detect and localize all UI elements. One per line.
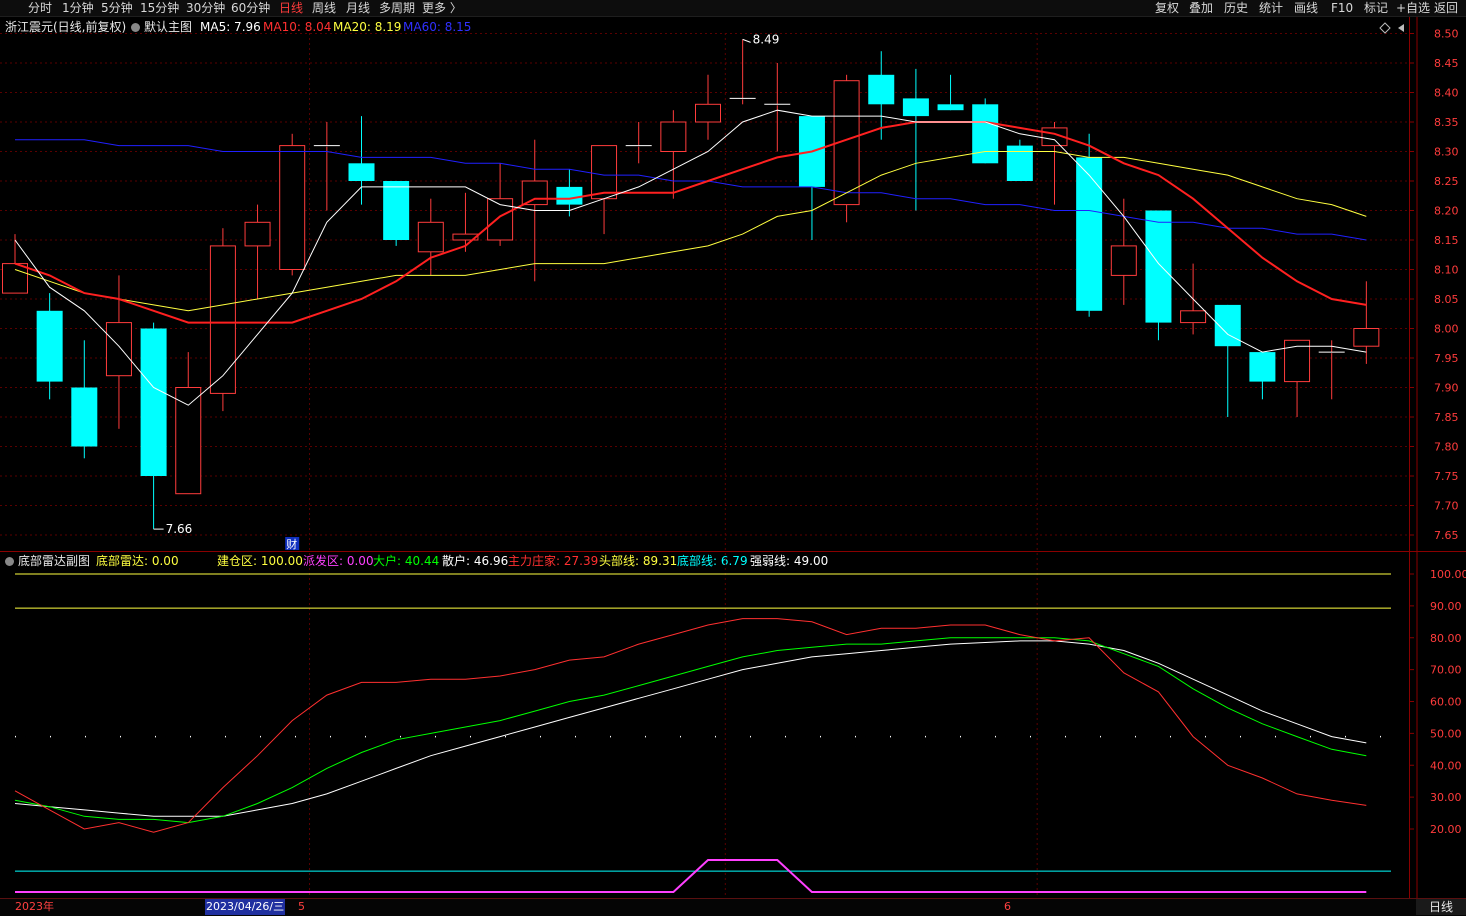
main-ytick-label: 8.20 bbox=[1434, 205, 1459, 218]
series-派发区 bbox=[15, 859, 1367, 893]
candle-body bbox=[1249, 352, 1276, 382]
main-ytick-label: 7.95 bbox=[1434, 352, 1459, 365]
candle-body bbox=[1076, 157, 1103, 311]
series-主力庄家 bbox=[14, 618, 1367, 833]
candle-body bbox=[1006, 145, 1033, 181]
sub-ytick-label: 90.00 bbox=[1430, 600, 1462, 613]
candle-body bbox=[1353, 328, 1380, 347]
candle-body bbox=[105, 322, 132, 377]
candle-body bbox=[868, 74, 895, 105]
main-ytick-label: 8.45 bbox=[1434, 57, 1459, 70]
high-price-label: 8.49 bbox=[753, 32, 780, 46]
main-ytick-label: 8.05 bbox=[1434, 293, 1459, 306]
main-ytick-label: 8.00 bbox=[1434, 323, 1459, 336]
candle-body bbox=[695, 103, 721, 123]
sub-ytick-label: 20.00 bbox=[1430, 823, 1462, 836]
main-ytick-label: 7.90 bbox=[1434, 382, 1459, 395]
cursor-date-label: 2023/04/26/三 bbox=[205, 899, 286, 915]
date-axis-bar: 2023年 2023/04/26/三 5 6 日线 bbox=[0, 898, 1466, 916]
year-label: 2023年 bbox=[15, 900, 54, 913]
main-ytick-label: 8.30 bbox=[1434, 146, 1459, 159]
arrow-left-icon bbox=[1398, 24, 1404, 32]
candle-body bbox=[279, 145, 306, 271]
main-ytick-label: 8.50 bbox=[1434, 28, 1459, 41]
sub-ytick-label: 100.00 bbox=[1430, 568, 1466, 581]
main-ytick-label: 7.65 bbox=[1434, 529, 1459, 542]
main-ytick-label: 8.15 bbox=[1434, 234, 1459, 247]
sub-ytick-label: 80.00 bbox=[1430, 632, 1462, 645]
finance-badge-label: 财 bbox=[286, 537, 297, 551]
main-ytick-label: 7.80 bbox=[1434, 441, 1459, 454]
candle-body bbox=[244, 221, 271, 247]
series-散户 bbox=[14, 640, 1367, 817]
high-marker-arrow bbox=[742, 38, 751, 43]
main-ytick-label: 8.35 bbox=[1434, 116, 1459, 129]
main-ytick-label: 8.25 bbox=[1434, 175, 1459, 188]
candle-body bbox=[1145, 210, 1172, 323]
main-ytick-label: 8.40 bbox=[1434, 87, 1459, 100]
candle-body bbox=[591, 145, 618, 200]
candle-body bbox=[36, 310, 63, 382]
candle-body bbox=[902, 98, 929, 117]
candle-body bbox=[71, 387, 98, 447]
candle-body bbox=[972, 104, 999, 164]
candle-body bbox=[521, 180, 548, 206]
diamond-icon bbox=[1379, 22, 1391, 34]
candle-body bbox=[348, 163, 375, 181]
stock-chart[interactable]: 7.65 7.70 7.75 7.80 7.85 7.90 7.95 8.00 8.05 8.10… bbox=[0, 0, 1466, 915]
month-6-label: 6 bbox=[1004, 900, 1011, 913]
candle-body bbox=[937, 104, 964, 111]
candle-body bbox=[660, 121, 687, 152]
sub-ytick-label: 60.00 bbox=[1430, 696, 1462, 709]
candle-body bbox=[556, 186, 583, 205]
sub-ytick-label: 40.00 bbox=[1430, 759, 1462, 772]
main-ytick-label: 7.85 bbox=[1434, 411, 1459, 424]
low-price-label: 7.66 bbox=[166, 522, 193, 536]
candle-body bbox=[417, 221, 444, 253]
candle-body bbox=[2, 263, 28, 294]
sub-ytick-label: 70.00 bbox=[1430, 664, 1462, 677]
candle-body bbox=[1110, 245, 1137, 276]
sub-ytick-label: 30.00 bbox=[1430, 791, 1462, 804]
sub-ytick-label: 50.00 bbox=[1430, 727, 1462, 740]
candle-body bbox=[140, 328, 167, 476]
candle-body bbox=[383, 181, 410, 240]
main-ytick-label: 7.75 bbox=[1434, 470, 1459, 483]
candle-body bbox=[1180, 310, 1207, 324]
candle-body bbox=[209, 245, 236, 394]
main-ytick-label: 8.10 bbox=[1434, 264, 1459, 277]
candle-body bbox=[175, 387, 202, 495]
main-ytick-label: 7.70 bbox=[1434, 500, 1459, 513]
period-tab-daily[interactable]: 日线 bbox=[1416, 899, 1466, 915]
month-5-label: 5 bbox=[298, 900, 305, 913]
